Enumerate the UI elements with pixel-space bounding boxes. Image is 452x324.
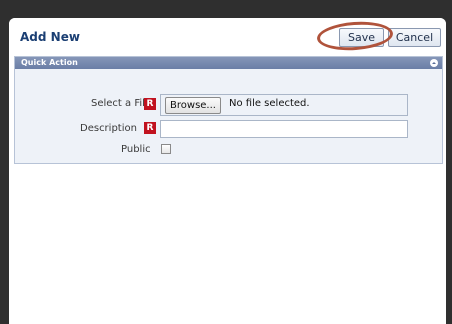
public-checkbox[interactable] [161,144,171,154]
cancel-button[interactable]: Cancel [388,28,441,47]
file-status-text: No file selected. [229,98,310,109]
panel-header: Quick Action [15,57,442,69]
file-input: Browse... No file selected. [160,94,408,116]
select-file-label: Select a File [91,98,152,109]
required-icon: R [144,122,156,134]
public-label: Public [121,144,151,155]
description-label: Description [80,123,137,134]
dialog-header: Add New Save Cancel [9,18,446,53]
quick-action-panel: Quick Action Select a File R Browse... N… [14,56,443,164]
description-input[interactable] [160,120,408,138]
panel-title: Quick Action [21,58,78,67]
browse-button[interactable]: Browse... [165,97,221,114]
add-new-dialog: Add New Save Cancel Quick Action Select … [9,18,446,324]
save-button[interactable]: Save [339,28,384,47]
collapse-icon[interactable] [430,59,438,67]
dialog-title: Add New [20,30,80,44]
required-icon: R [144,98,156,110]
